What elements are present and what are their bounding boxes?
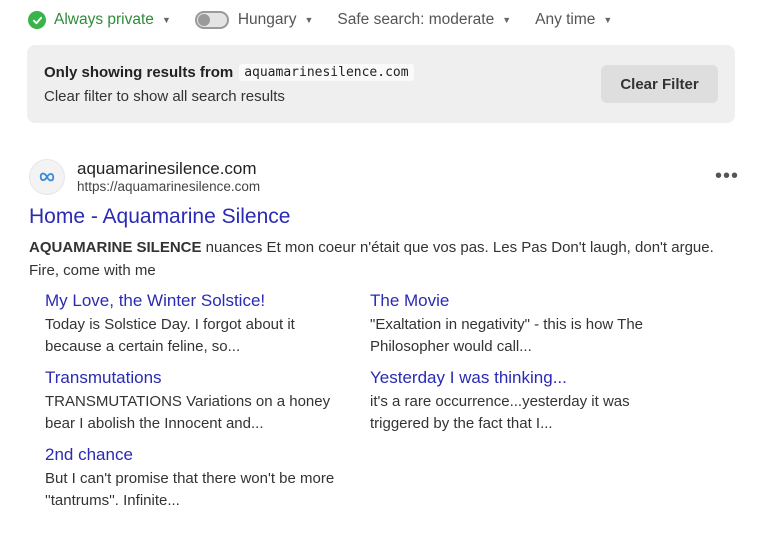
caret-down-icon: ▼ xyxy=(161,15,171,25)
site-filter-heading: Only showing results from aquamarinesile… xyxy=(44,64,414,81)
sitelink-title[interactable]: Transmutations xyxy=(45,368,335,388)
time-filter-label: Any time xyxy=(535,11,596,28)
sitelink-title[interactable]: The Movie xyxy=(370,291,660,311)
check-circle-icon xyxy=(28,11,46,29)
sitelink: The Movie "Exaltation in negativity" - t… xyxy=(370,291,660,358)
sitelink: Yesterday I was thinking... it's a rare … xyxy=(370,368,660,435)
sitelink-title[interactable]: My Love, the Winter Solstice! xyxy=(45,291,335,311)
sitelink-description: "Exaltation in negativity" - this is how… xyxy=(370,316,644,355)
privacy-filter[interactable]: Always private ▼ xyxy=(28,11,171,29)
result-site-info: aquamarinesilence.com https://aquamarine… xyxy=(77,159,260,195)
result-site-name: aquamarinesilence.com xyxy=(77,159,257,178)
sitelink-description: TRANSMUTATIONS Variations on a honey bea… xyxy=(45,393,331,432)
caret-down-icon: ▼ xyxy=(304,15,314,25)
search-filter-bar: Always private ▼ Hungary ▼ Safe search: … xyxy=(28,8,636,32)
site-filter-notice: Only showing results from aquamarinesile… xyxy=(27,45,735,123)
safe-search-filter[interactable]: Safe search: moderate ▼ xyxy=(337,11,511,29)
caret-down-icon: ▼ xyxy=(502,15,512,25)
sitelink-description: Today is Solstice Day. I forgot about it… xyxy=(45,316,295,355)
result-site-header[interactable]: aquamarinesilence.com https://aquamarine… xyxy=(29,159,739,195)
sitelink-description: But I can't promise that there won't be … xyxy=(45,470,335,509)
result-snippet-highlight: AQUAMARINE SILENCE xyxy=(29,239,202,256)
result-snippet: AQUAMARINE SILENCE nuances Et mon coeur … xyxy=(29,237,729,282)
time-filter[interactable]: Any time ▼ xyxy=(535,11,612,29)
sitelink: 2nd chance But I can't promise that ther… xyxy=(45,445,335,512)
privacy-filter-label: Always private xyxy=(54,11,154,28)
sitelink: My Love, the Winter Solstice! Today is S… xyxy=(45,291,335,358)
clear-filter-button[interactable]: Clear Filter xyxy=(601,65,718,103)
caret-down-icon: ▼ xyxy=(603,15,613,25)
site-filter-prefix: Only showing results from xyxy=(44,64,234,81)
more-horizontal-icon[interactable]: ••• xyxy=(715,166,739,186)
result-url: https://aquamarinesilence.com xyxy=(77,179,261,194)
region-filter[interactable]: Hungary ▼ xyxy=(194,11,314,29)
sitelink-title[interactable]: Yesterday I was thinking... xyxy=(370,368,660,388)
sitelink: Transmutations TRANSMUTATIONS Variations… xyxy=(45,368,335,435)
sitelink-description: it's a rare occurrence...yesterday it wa… xyxy=(370,393,630,432)
search-result: aquamarinesilence.com https://aquamarine… xyxy=(29,159,739,509)
sitelink-title[interactable]: 2nd chance xyxy=(45,445,335,465)
site-filter-hint: Clear filter to show all search results xyxy=(44,88,285,105)
infinity-logo-icon xyxy=(29,159,65,195)
region-filter-label: Hungary xyxy=(237,11,297,28)
safe-search-label: Safe search: moderate xyxy=(337,11,495,28)
toggle-icon[interactable] xyxy=(194,11,229,29)
site-filter-domain: aquamarinesilence.com xyxy=(239,64,414,81)
result-title-link[interactable]: Home - Aquamarine Silence xyxy=(29,205,290,229)
